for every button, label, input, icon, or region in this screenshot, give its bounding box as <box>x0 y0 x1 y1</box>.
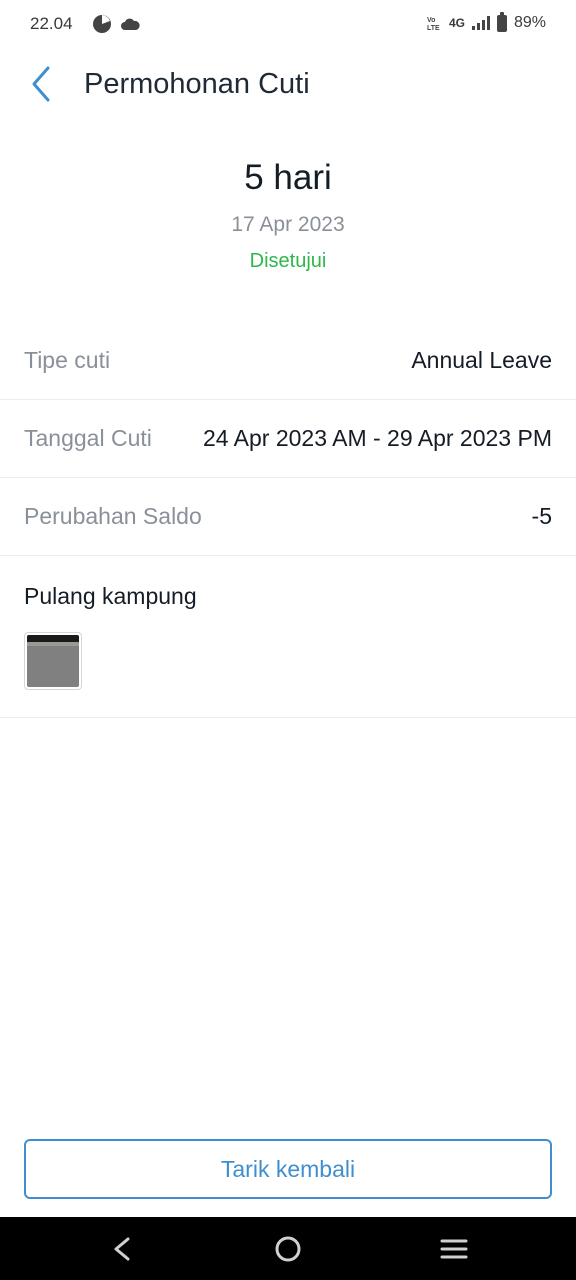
svg-text:Vo: Vo <box>427 17 435 24</box>
home-circle-icon <box>275 1236 301 1262</box>
nav-back-button[interactable] <box>104 1231 140 1267</box>
page-title: Permohonan Cuti <box>84 68 310 100</box>
battery-icon <box>496 11 507 32</box>
nav-recents-button[interactable] <box>436 1231 472 1267</box>
pie-chart-icon <box>93 15 111 33</box>
leave-request-screen: 22.04 Vo LTE 4G 89% Permohonan Cuti 5 ha… <box>0 0 576 1280</box>
detail-row-balance-change: Perubahan Saldo -5 <box>0 478 576 556</box>
network-type: 4G <box>448 16 465 30</box>
attachment-image <box>27 635 79 687</box>
detail-row-leave-dates: Tanggal Cuti 24 Apr 2023 AM - 29 Apr 202… <box>0 400 576 478</box>
withdraw-button[interactable]: Tarik kembali <box>24 1139 552 1199</box>
volte-icon: Vo LTE <box>427 17 440 31</box>
status-time: 22.04 <box>30 14 73 33</box>
status-bar: 22.04 Vo LTE 4G 89% <box>0 0 576 48</box>
detail-row-leave-type: Tipe cuti Annual Leave <box>0 322 576 400</box>
nav-home-button[interactable] <box>270 1231 306 1267</box>
chevron-left-icon <box>32 66 50 102</box>
detail-label: Perubahan Saldo <box>24 503 202 529</box>
request-date: 17 Apr 2023 <box>231 213 345 236</box>
leave-summary: 5 hari 17 Apr 2023 Disetujui <box>0 150 576 276</box>
back-button[interactable] <box>24 62 64 106</box>
detail-value: -5 <box>531 503 552 529</box>
svg-text:LTE: LTE <box>427 25 440 31</box>
signal-icon <box>471 16 490 30</box>
cloud-icon <box>121 18 140 30</box>
detail-value: 24 Apr 2023 AM - 29 Apr 2023 PM <box>202 425 552 451</box>
status-right-icons: Vo LTE 4G 89% <box>426 11 546 32</box>
detail-value: Annual Leave <box>411 347 552 373</box>
system-nav-bar <box>0 1217 576 1280</box>
status-left-icons <box>92 14 140 34</box>
recents-menu-icon <box>440 1239 468 1259</box>
detail-label: Tanggal Cuti <box>24 425 152 451</box>
detail-label: Tipe cuti <box>24 347 111 373</box>
status-badge: Disetujui <box>249 250 327 272</box>
leave-reason: Pulang kampung <box>24 583 197 609</box>
back-triangle-icon <box>114 1237 130 1261</box>
note-section: Pulang kampung <box>0 559 576 718</box>
app-header: Permohonan Cuti <box>0 48 576 124</box>
attachment-thumbnail[interactable] <box>24 632 82 690</box>
detail-list: Tipe cuti Annual Leave Tanggal Cuti 24 A… <box>0 322 576 556</box>
leave-duration: 5 hari <box>244 158 332 197</box>
battery-percent: 89% <box>513 14 546 31</box>
